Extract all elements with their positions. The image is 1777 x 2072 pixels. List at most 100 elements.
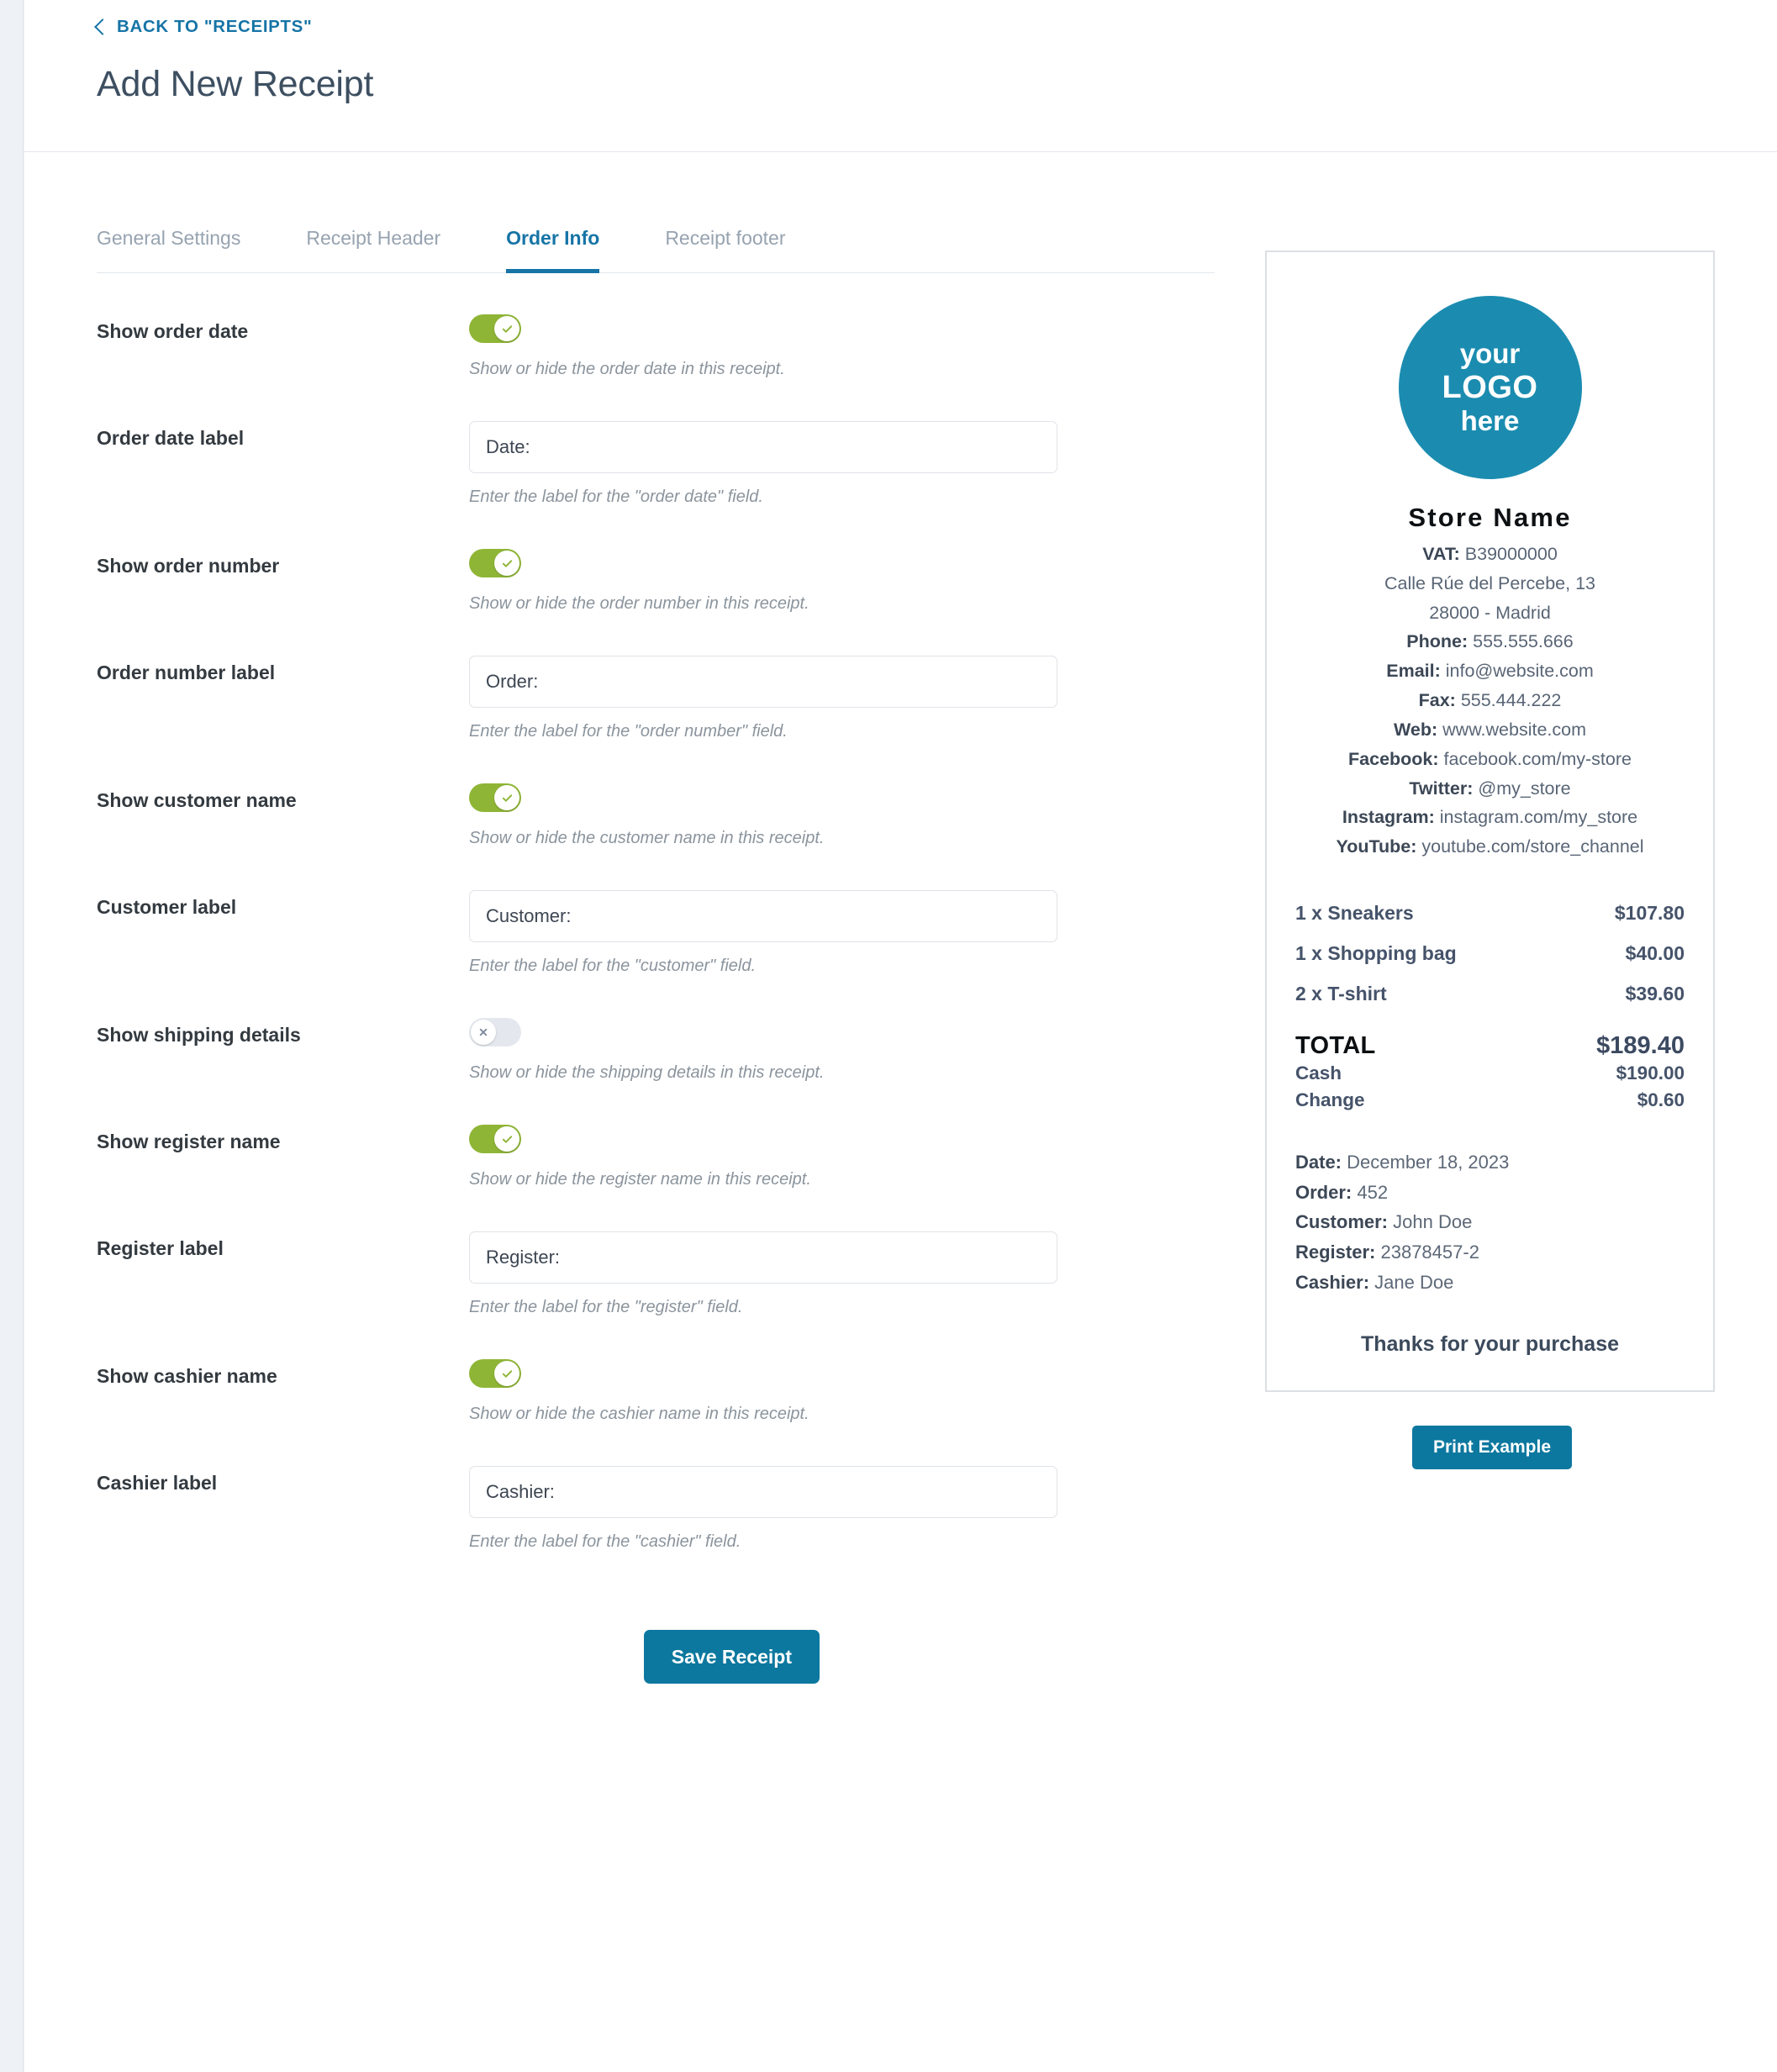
logo-line-3: here xyxy=(1460,405,1520,437)
store-line-key: Facebook: xyxy=(1348,748,1439,769)
settings-form: General Settings Receipt Header Order In… xyxy=(97,215,1215,1684)
label-register-label: Register label xyxy=(97,1237,224,1259)
save-receipt-button[interactable]: Save Receipt xyxy=(643,1630,820,1684)
item-name: 1 x Sneakers xyxy=(1295,901,1414,924)
store-line-value: Calle Rúe del Percebe, 13 xyxy=(1384,572,1595,593)
tab-general-settings[interactable]: General Settings xyxy=(97,215,240,272)
receipt-meta-block: Date: December 18, 2023 Order: 452 Custo… xyxy=(1295,1147,1685,1297)
label-show-cashier-name: Show cashier name xyxy=(97,1365,277,1387)
store-line-value: B39000000 xyxy=(1464,544,1558,564)
store-line-value: instagram.com/my_store xyxy=(1439,807,1638,828)
hint-customer-label: Enter the label for the "customer" field… xyxy=(469,957,757,975)
input-customer-label[interactable] xyxy=(469,890,1057,942)
meta-key: Order: xyxy=(1295,1181,1353,1203)
field-row-show-cashier-name: Show cashier name Show or hide the cashi… xyxy=(97,1318,1215,1425)
toggle-show-customer-name[interactable] xyxy=(469,783,521,812)
item-name: 1 x Shopping bag xyxy=(1295,941,1457,964)
payment-amount: $190.00 xyxy=(1616,1062,1685,1084)
store-line-key: Twitter: xyxy=(1409,778,1474,799)
input-order-date-label[interactable] xyxy=(469,421,1057,473)
store-contact-block: VAT: B39000000 Calle Rúe del Percebe, 13… xyxy=(1295,540,1685,862)
hint-show-register-name: Show or hide the register name in this r… xyxy=(469,1170,811,1189)
payment-amount: $0.60 xyxy=(1637,1089,1685,1111)
meta-line: Cashier: Jane Doe xyxy=(1295,1268,1685,1298)
store-line: 28000 - Madrid xyxy=(1295,598,1685,628)
sidebar-edge-gutter xyxy=(0,0,24,2072)
store-line-value: facebook.com/my-store xyxy=(1443,748,1632,769)
store-line-key: Instagram: xyxy=(1342,807,1435,828)
label-show-order-date: Show order date xyxy=(97,320,249,342)
control-order-date-label: Enter the label for the "order date" fie… xyxy=(469,421,1215,508)
receipt-payment-row: Change $0.60 xyxy=(1295,1087,1685,1114)
hint-show-shipping-details: Show or hide the shipping details in thi… xyxy=(469,1063,825,1082)
chevron-left-icon xyxy=(94,18,111,35)
field-row-show-register-name: Show register name Show or hide the regi… xyxy=(97,1083,1215,1190)
toggle-show-register-name[interactable] xyxy=(469,1125,521,1153)
input-order-number-label[interactable] xyxy=(469,656,1057,708)
control-show-order-date: Show or hide the order date in this rece… xyxy=(469,314,1215,380)
control-customer-label: Enter the label for the "customer" field… xyxy=(469,890,1215,977)
receipt-total-row: TOTAL $189.40 xyxy=(1295,1032,1685,1060)
receipt-card: your LOGO here Store Name VAT: B39000000… xyxy=(1265,250,1715,1393)
field-row-show-order-date: Show order date Show or hide the order d… xyxy=(97,273,1215,380)
page-header: BACK TO "RECEIPTS" Add New Receipt xyxy=(24,0,1777,152)
input-register-label[interactable] xyxy=(469,1231,1057,1284)
hint-order-number-label: Enter the label for the "order number" f… xyxy=(469,722,788,741)
store-line: YouTube: youtube.com/store_channel xyxy=(1295,832,1685,862)
toggle-show-order-number[interactable] xyxy=(469,549,521,577)
toggle-show-shipping-details[interactable] xyxy=(469,1018,521,1047)
input-cashier-label[interactable] xyxy=(469,1466,1057,1518)
hint-order-date-label: Enter the label for the "order date" fie… xyxy=(469,488,763,506)
toggle-knob xyxy=(494,316,519,341)
check-icon xyxy=(502,1369,512,1378)
meta-key: Customer: xyxy=(1295,1211,1389,1233)
tab-receipt-header[interactable]: Receipt Header xyxy=(306,215,440,272)
store-name: Store Name xyxy=(1408,503,1572,532)
store-line-value: 28000 - Madrid xyxy=(1429,602,1551,623)
receipt-item-row: 2 x T-shirt $39.60 xyxy=(1295,973,1685,1014)
store-line: VAT: B39000000 xyxy=(1295,540,1685,569)
meta-value: John Doe xyxy=(1393,1211,1473,1233)
check-icon xyxy=(502,324,512,333)
store-line: Email: info@website.com xyxy=(1295,656,1685,686)
back-to-receipts-link[interactable]: BACK TO "RECEIPTS" xyxy=(94,15,312,40)
toggle-knob xyxy=(494,785,519,810)
receipt-thanks-message: Thanks for your purchase xyxy=(1360,1332,1620,1357)
control-show-cashier-name: Show or hide the cashier name in this re… xyxy=(469,1359,1215,1425)
meta-value: 452 xyxy=(1357,1181,1389,1203)
control-show-order-number: Show or hide the order number in this re… xyxy=(469,549,1215,614)
total-label: TOTAL xyxy=(1295,1032,1376,1060)
store-line-key: Fax: xyxy=(1418,690,1456,711)
payment-label: Cash xyxy=(1295,1062,1342,1084)
print-example-button[interactable]: Print Example xyxy=(1411,1426,1573,1470)
meta-key: Register: xyxy=(1295,1241,1376,1263)
meta-line: Customer: John Doe xyxy=(1295,1207,1685,1237)
store-line: Calle Rúe del Percebe, 13 xyxy=(1295,569,1685,598)
field-row-customer-label: Customer label Enter the label for the "… xyxy=(97,849,1215,977)
meta-value: December 18, 2023 xyxy=(1347,1152,1510,1173)
meta-line: Date: December 18, 2023 xyxy=(1295,1147,1685,1178)
field-row-show-order-number: Show order number Show or hide the order… xyxy=(97,508,1215,614)
store-line: Web: www.website.com xyxy=(1295,715,1685,745)
tab-bar: General Settings Receipt Header Order In… xyxy=(97,215,1215,273)
hint-register-label: Enter the label for the "register" field… xyxy=(469,1298,743,1316)
control-show-register-name: Show or hide the register name in this r… xyxy=(469,1125,1215,1190)
toggle-knob xyxy=(494,551,519,576)
receipt-line-items: 1 x Sneakers $107.80 1 x Shopping bag $4… xyxy=(1295,893,1685,1014)
hint-show-order-date: Show or hide the order date in this rece… xyxy=(469,360,785,378)
meta-key: Cashier: xyxy=(1295,1271,1370,1293)
toggle-knob xyxy=(494,1361,519,1386)
tab-order-info[interactable]: Order Info xyxy=(506,215,600,273)
toggle-show-cashier-name[interactable] xyxy=(469,1359,521,1388)
label-order-date-label: Order date label xyxy=(97,427,245,449)
print-row: Print Example xyxy=(1265,1426,1719,1470)
store-line-value: @my_store xyxy=(1478,778,1571,799)
tab-receipt-footer[interactable]: Receipt footer xyxy=(665,215,785,272)
receipt-preview-panel: your LOGO here Store Name VAT: B39000000… xyxy=(1215,215,1719,1684)
label-show-register-name: Show register name xyxy=(97,1131,281,1152)
meta-value: Jane Doe xyxy=(1374,1271,1454,1293)
store-line: Twitter: @my_store xyxy=(1295,774,1685,804)
toggle-show-order-date[interactable] xyxy=(469,314,521,343)
total-amount: $189.40 xyxy=(1596,1032,1685,1060)
item-amount: $39.60 xyxy=(1625,982,1685,1004)
